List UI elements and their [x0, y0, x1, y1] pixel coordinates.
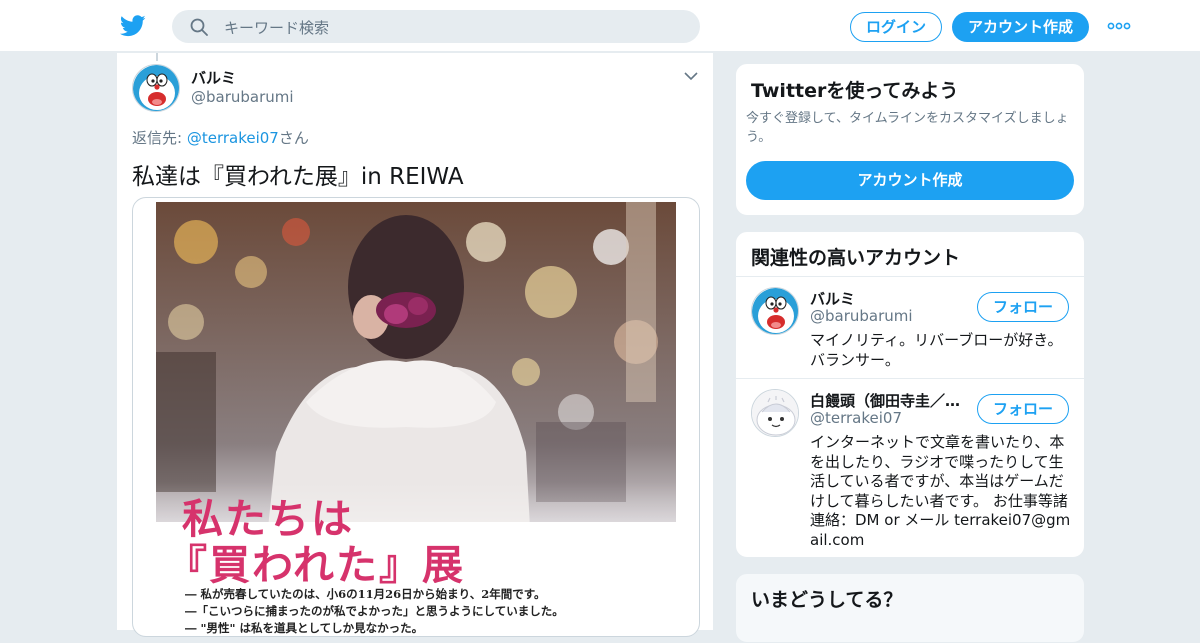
tweet-text: 私達は『買われた展』in REIWA — [132, 164, 464, 190]
trends-title: いまどうしてる？ — [751, 589, 903, 611]
tweet-media-image[interactable]: 私たちは 『買われた』展 ― 私が売春していたのは、小6の11月26日から始まり… — [132, 197, 700, 637]
account-name[interactable]: 白饅頭（御田寺圭／… — [810, 390, 970, 411]
related-accounts-title: 関連性の高いアカウント — [751, 247, 961, 269]
login-button[interactable]: ログイン — [850, 12, 942, 42]
related-accounts-card: 関連性の高いアカウント バルミ @barubarumi フォロー マイノリティ。… — [735, 231, 1085, 558]
account-handle[interactable]: @terrakei07 — [810, 409, 902, 427]
top-navigation-bar: ログイン アカウント作成 — [0, 0, 1200, 52]
tweet-detail: バルミ @barubarumi 返信先: @terrakei07さん 私達は『買… — [116, 53, 714, 637]
author-handle[interactable]: @barubarumi — [191, 88, 294, 106]
account-bio: インターネットで文章を書いたり、本を出したり、ラジオで喋ったりして生活している者… — [810, 433, 1071, 549]
divider — [736, 378, 1084, 379]
thread-line — [156, 53, 158, 61]
search-box[interactable] — [172, 10, 700, 45]
trends-card: いまどうしてる？ — [735, 573, 1085, 643]
avatar[interactable] — [132, 64, 180, 112]
more-icon[interactable] — [1107, 20, 1131, 32]
poster-text-line: ― 私が売春していたのは、小6の11月26日から始まり、2年間です。 — [185, 587, 546, 601]
signup-card: Twitterを使ってみよう 今すぐ登録して、タイムラインをカスタマイズしましょ… — [735, 63, 1085, 216]
search-icon — [190, 18, 208, 36]
poster-title-line2: 『買われた』展 — [166, 541, 465, 589]
follow-button[interactable]: フォロー — [977, 394, 1069, 424]
divider — [736, 276, 1084, 277]
doraemon-avatar-image — [752, 288, 798, 334]
poster-text-line: ― "男性" は私を道具としてしか見なかった。 — [185, 621, 424, 635]
signup-card-title: Twitterを使ってみよう — [751, 80, 959, 102]
follow-button[interactable]: フォロー — [977, 292, 1069, 322]
reply-handle-link[interactable]: @terrakei07 — [187, 129, 279, 147]
avatar[interactable] — [751, 389, 799, 437]
reply-prefix: 返信先: — [132, 129, 187, 147]
avatar[interactable] — [751, 287, 799, 335]
chevron-down-icon[interactable] — [684, 71, 698, 81]
signup-card-description: 今すぐ登録して、タイムラインをカスタマイズしましょう。 — [746, 111, 1069, 145]
signup-button[interactable]: アカウント作成 — [952, 12, 1089, 42]
twitter-bird-icon[interactable] — [120, 14, 146, 38]
author-name[interactable]: バルミ — [191, 67, 236, 88]
account-name[interactable]: バルミ — [810, 288, 855, 309]
signup-card-button[interactable]: アカウント作成 — [746, 161, 1074, 200]
poster-text-line: ―「こいつらに捕まったのが私でよかった」と思うようにしていました。 — [185, 604, 564, 618]
doraemon-avatar-image — [133, 65, 179, 111]
account-bio: マイノリティ。リバーブローが好き。バランサー。 — [810, 331, 1063, 369]
reply-suffix: さん — [278, 129, 309, 147]
reply-context: 返信先: @terrakei07さん — [132, 127, 309, 148]
account-handle[interactable]: @barubarumi — [810, 307, 913, 325]
manju-avatar-image — [752, 390, 798, 436]
search-input[interactable] — [222, 10, 686, 45]
